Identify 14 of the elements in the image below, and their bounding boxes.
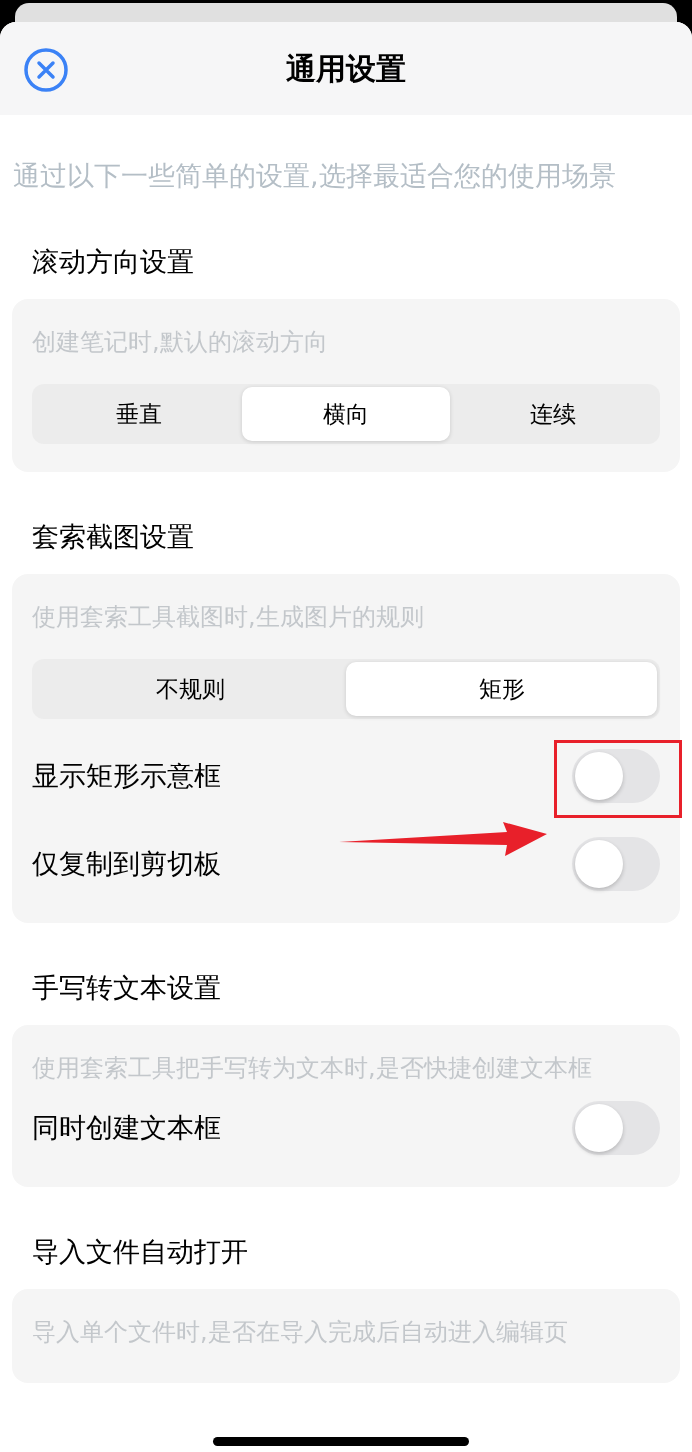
section-title: 手写转文本设置 xyxy=(31,971,222,1005)
segment-option[interactable]: 矩形 xyxy=(346,662,657,716)
section-title: 套索截图设置 xyxy=(31,520,195,554)
section-title: 导入文件自动打开 xyxy=(31,1235,249,1269)
toggle-label: 仅复制到剪切板 xyxy=(32,846,221,881)
segment-option[interactable]: 垂直 xyxy=(35,387,243,441)
header-title: 通用设置 xyxy=(286,50,406,88)
intro-text: 通过以下一些简单的设置,选择最适合您的使用场景 xyxy=(12,159,617,193)
toggle-label: 同时创建文本框 xyxy=(32,1110,221,1145)
segment-option[interactable]: 连续 xyxy=(449,387,657,441)
segment-option[interactable]: 横向 xyxy=(242,387,450,441)
toggle-label: 显示矩形示意框 xyxy=(32,758,221,793)
segment-option[interactable]: 不规则 xyxy=(35,662,346,716)
section-title: 滚动方向设置 xyxy=(31,245,195,279)
